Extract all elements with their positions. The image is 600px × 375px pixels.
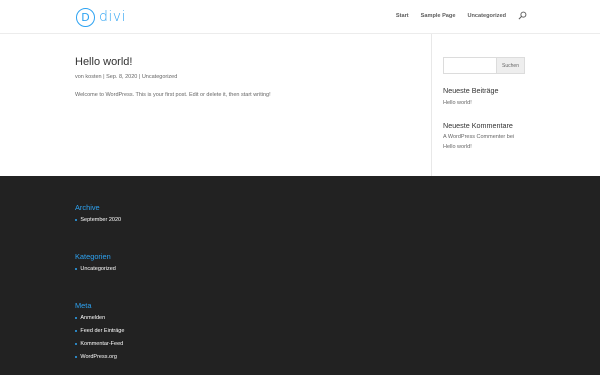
list-item: Uncategorized — [75, 266, 116, 272]
bullet-icon — [75, 355, 78, 359]
site-logo[interactable]: D divi — [76, 7, 126, 27]
search-icon[interactable] — [518, 11, 527, 20]
meta-link-login[interactable]: Anmelden — [80, 315, 105, 321]
primary-nav: Start Sample Page Uncategorized — [396, 11, 527, 20]
post-author-link[interactable]: kosten — [85, 74, 101, 80]
post-excerpt: Welcome to WordPress. This is your first… — [75, 92, 271, 98]
list-item: Anmelden — [75, 315, 105, 321]
sidebar-search: Suchen — [443, 57, 525, 74]
meta-link-entries-feed[interactable]: Feed der Einträge — [80, 328, 124, 334]
recent-comments-heading: Neueste Kommentare — [443, 121, 513, 130]
bullet-icon — [75, 316, 78, 320]
list-item: Feed der Einträge — [75, 328, 124, 334]
recent-comment-line: A WordPress Commenter bei — [443, 134, 514, 140]
post-meta: von kosten | Sep. 8, 2020 | Uncategorize… — [75, 74, 177, 80]
post-title[interactable]: Hello world! — [75, 56, 132, 68]
categories-heading: Kategorien — [75, 252, 111, 261]
comment-mid-text: bei — [505, 134, 515, 140]
main-content: Hello world! von kosten | Sep. 8, 2020 |… — [0, 34, 600, 176]
search-input[interactable] — [443, 57, 497, 74]
list-item: WordPress.org — [75, 354, 117, 360]
bullet-icon — [75, 342, 78, 346]
site-header: D divi Start Sample Page Uncategorized — [0, 0, 600, 34]
logo-mark: D — [76, 7, 95, 27]
site-footer: Archive September 2020 Kategorien Uncate… — [0, 176, 600, 375]
search-button[interactable]: Suchen — [497, 57, 525, 74]
post-author-prefix: von — [75, 74, 86, 80]
post-category-link[interactable]: Uncategorized — [142, 74, 177, 80]
archive-link[interactable]: September 2020 — [80, 217, 121, 223]
archive-heading: Archive — [75, 203, 100, 212]
nav-item-sample-page[interactable]: Sample Page — [421, 13, 456, 19]
nav-item-uncategorized[interactable]: Uncategorized — [467, 13, 506, 19]
logo-text: divi — [99, 9, 126, 25]
comment-post-link[interactable]: Hello world! — [443, 144, 472, 150]
recent-post-link[interactable]: Hello world! — [443, 100, 472, 106]
bullet-icon — [75, 329, 78, 333]
comment-author-link[interactable]: A WordPress Commenter — [443, 134, 505, 140]
nav-item-start[interactable]: Start — [396, 13, 409, 19]
category-link[interactable]: Uncategorized — [80, 266, 115, 272]
meta-heading: Meta — [75, 301, 92, 310]
meta-link-wordpress[interactable]: WordPress.org — [80, 354, 117, 360]
bullet-icon — [75, 218, 78, 222]
bullet-icon — [75, 267, 78, 271]
list-item: September 2020 — [75, 217, 121, 223]
sidebar-divider — [431, 34, 432, 176]
list-item: Kommentar-Feed — [75, 341, 123, 347]
meta-link-comments-feed[interactable]: Kommentar-Feed — [80, 341, 123, 347]
recent-posts-heading: Neueste Beiträge — [443, 86, 499, 95]
post-date: Sep. 8, 2020 — [106, 74, 138, 80]
